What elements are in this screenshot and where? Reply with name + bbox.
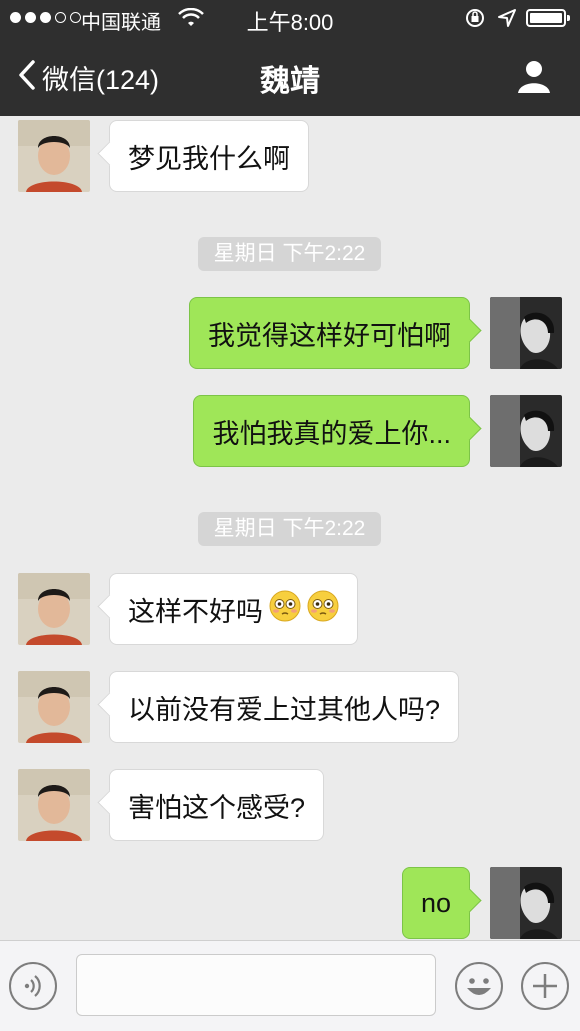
chat-area[interactable]: 梦见我什么啊 星期日 下午2:22 我觉得这样好可怕啊 我怕我真的爱上你... … — [0, 116, 580, 940]
message-bubble[interactable]: 以前没有爱上过其他人吗? — [109, 671, 460, 743]
message-bubble[interactable]: 这样不好吗 — [109, 573, 358, 645]
user-avatar[interactable] — [490, 297, 562, 369]
contact-avatar[interactable] — [18, 671, 90, 743]
user-avatar[interactable] — [490, 867, 562, 939]
message-input[interactable] — [76, 954, 436, 1016]
person-icon[interactable] — [516, 58, 552, 99]
rotation-lock-icon — [464, 8, 486, 33]
message-bubble[interactable]: 梦见我什么啊 — [109, 120, 309, 192]
battery-icon — [526, 9, 570, 27]
smiley-icon[interactable] — [454, 961, 504, 1016]
input-bar — [0, 940, 580, 1031]
message-text: 害怕这个感受? — [128, 792, 306, 823]
location-icon — [497, 8, 517, 33]
message-bubble[interactable]: 我觉得这样好可怕啊 — [189, 297, 470, 369]
plus-icon[interactable] — [520, 961, 570, 1016]
status-bar: 中国联通 上午8:00 — [0, 0, 580, 36]
message-text: 我怕我真的爱上你... — [212, 418, 451, 449]
message-text: 以前没有爱上过其他人吗? — [128, 694, 441, 725]
flushed-face-emoji-icon — [307, 590, 339, 629]
voice-icon[interactable] — [8, 961, 58, 1016]
clock: 上午8:00 — [246, 10, 334, 35]
contact-avatar[interactable] — [18, 120, 90, 192]
user-avatar[interactable] — [490, 395, 562, 467]
message-text: 我觉得这样好可怕啊 — [208, 320, 451, 351]
timestamp: 星期日 下午2:22 — [198, 512, 381, 546]
message-text: 梦见我什么啊 — [128, 143, 290, 174]
contact-avatar[interactable] — [18, 769, 90, 841]
message-bubble[interactable]: no — [401, 867, 470, 939]
message-text: no — [420, 887, 451, 918]
navigation-bar: 微信(124) 魏靖 — [0, 36, 580, 116]
top-bar: 中国联通 上午8:00 微信(124) 魏靖 — [0, 0, 580, 116]
message-bubble[interactable]: 害怕这个感受? — [109, 769, 325, 841]
flushed-face-emoji-icon — [269, 590, 301, 629]
message-text: 这样不好吗 — [128, 596, 263, 627]
contact-avatar[interactable] — [18, 573, 90, 645]
message-bubble[interactable]: 我怕我真的爱上你... — [193, 395, 470, 467]
timestamp: 星期日 下午2:22 — [198, 237, 381, 271]
chat-title: 魏靖 — [260, 65, 320, 98]
